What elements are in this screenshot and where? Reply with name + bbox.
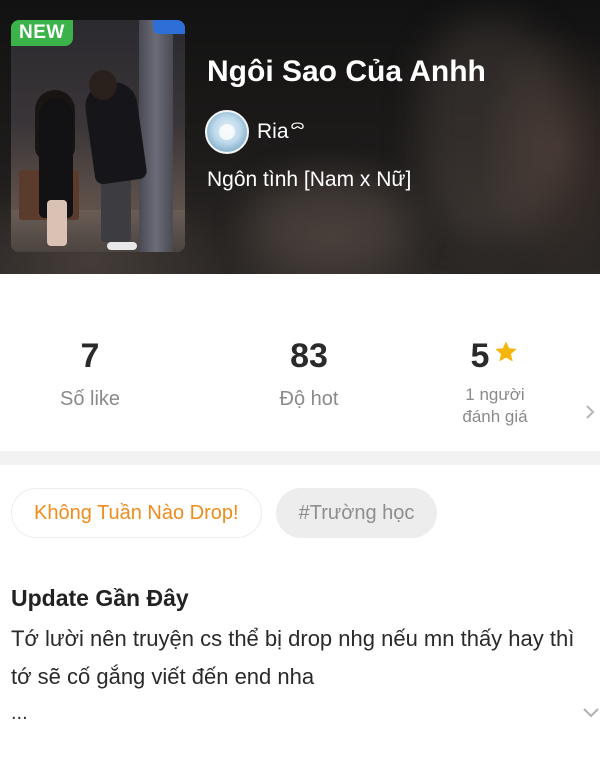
update-ellipsis: ...: [11, 702, 28, 724]
hot-count: 83: [290, 337, 328, 375]
rating-value-row: 5: [410, 336, 580, 376]
background-blur: [250, 180, 410, 270]
tag-chip[interactable]: Không Tuần Nào Drop!: [11, 488, 262, 538]
author-name[interactable]: Ria: [257, 120, 289, 144]
story-title: Ngôi Sao Của Anhh: [207, 55, 486, 88]
chevron-down-icon[interactable]: [582, 706, 600, 718]
background-blur: [420, 20, 560, 240]
cover-corner-tag: [153, 20, 185, 34]
likes-count: 7: [80, 337, 100, 375]
hot-label: Độ hot: [279, 388, 339, 410]
cover-pole: [139, 20, 173, 252]
story-header: NEW Ngôi Sao Của Anhh Ria ᯅ Ngôn tình [N…: [0, 0, 600, 274]
story-genre: Ngôn tình [Nam x Nữ]: [207, 168, 412, 191]
update-heading: Update Gần Đây: [11, 585, 189, 611]
cover-boy-head: [89, 70, 117, 100]
cover-shoes: [107, 242, 137, 250]
story-cover-image[interactable]: [11, 20, 185, 252]
rating-label: 1 người đánh giá: [410, 384, 580, 428]
stat-likes: 7 Số like: [0, 336, 180, 411]
author-avatar[interactable]: [205, 110, 249, 154]
stat-rating[interactable]: 5 1 người đánh giá: [410, 336, 580, 428]
section-divider: [0, 451, 600, 465]
author-row[interactable]: Ria ᯅ: [205, 110, 305, 154]
rating-value: 5: [470, 337, 490, 375]
rating-label-line2: đánh giá: [462, 407, 528, 426]
stats-section: 7 Số like 83 Độ hot 5 1 người đánh giá: [0, 274, 600, 451]
likes-label: Số like: [59, 388, 121, 410]
chevron-right-icon[interactable]: [584, 404, 596, 420]
cover-girl-legs: [47, 200, 67, 246]
tag-chip[interactable]: #Trường học: [275, 488, 438, 538]
author-badge-icon: ᯅ: [290, 117, 305, 132]
star-icon: [495, 341, 518, 362]
rating-label-line1: 1 người: [465, 385, 525, 404]
tag-list: Không Tuần Nào Drop! #Trường học: [11, 488, 438, 538]
new-badge: NEW: [11, 20, 73, 46]
update-text: Tớ lười nên truyện cs thể bị drop nhg nế…: [11, 626, 575, 689]
stat-hot: 83 Độ hot: [219, 336, 399, 411]
